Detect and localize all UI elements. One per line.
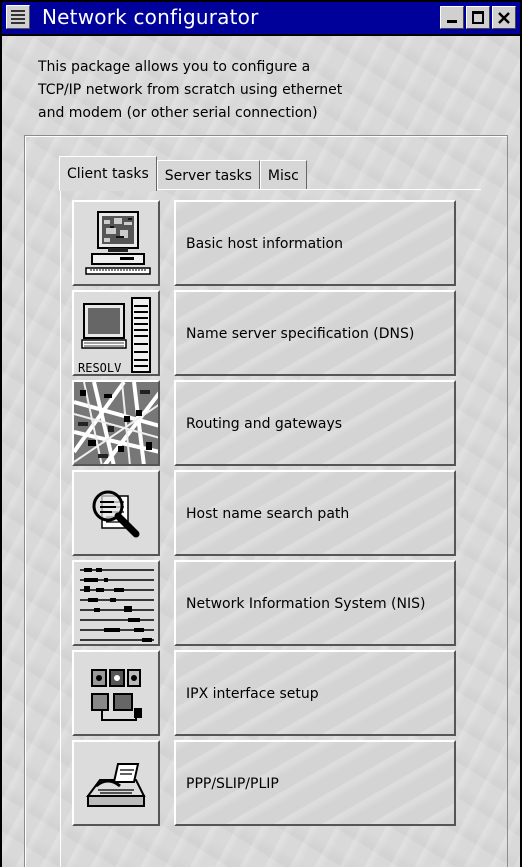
tab-bar: Client tasks Server tasks Misc — [59, 156, 307, 191]
task-ppp-slip-plip: PPP/SLIP/PLIP — [72, 740, 456, 826]
ppp-slip-plip-button[interactable]: PPP/SLIP/PLIP — [174, 740, 456, 826]
tab-misc[interactable]: Misc — [259, 160, 307, 190]
close-icon[interactable] — [492, 6, 516, 29]
maximize-icon[interactable] — [466, 6, 490, 29]
network-information-system-button[interactable]: Network Information System (NIS) — [174, 560, 456, 646]
task-icon-button[interactable] — [72, 380, 160, 466]
window-title: Network configurator — [42, 5, 259, 29]
task-routing-and-gateways: Routing and gateways — [72, 380, 456, 466]
package-description: This package allows you to configure a T… — [38, 56, 498, 125]
name-server-specification-button[interactable]: Name server specification (DNS) — [174, 290, 456, 376]
task-name-server-specification: RESOLV Name server specification (DNS) — [72, 290, 456, 376]
network-configurator-window: Network configurator This package allows… — [0, 0, 522, 867]
task-network-information-system: Network Information System (NIS) — [72, 560, 456, 646]
routing-and-gateways-button[interactable]: Routing and gateways — [174, 380, 456, 466]
task-icon-button[interactable]: RESOLV — [72, 290, 160, 376]
nis-icon — [80, 568, 154, 642]
map-icon — [74, 382, 158, 464]
title-bar[interactable]: Network configurator — [2, 2, 520, 36]
basic-host-information-button[interactable]: Basic host information — [174, 200, 456, 286]
window-menu-icon[interactable] — [6, 5, 30, 29]
modem-icon — [86, 763, 146, 807]
task-icon-button[interactable] — [72, 200, 160, 286]
resolv-icon: RESOLV — [78, 297, 151, 375]
task-basic-host-information: Basic host information — [72, 200, 456, 286]
description-line: and modem (or other serial connection) — [38, 105, 318, 121]
description-line: TCP/IP network from scratch using ethern… — [38, 82, 343, 98]
tab-server-tasks[interactable]: Server tasks — [156, 160, 260, 190]
task-icon-button[interactable] — [72, 470, 160, 556]
host-name-search-path-button[interactable]: Host name search path — [174, 470, 456, 556]
task-icon-button[interactable] — [72, 650, 160, 736]
task-icon-button[interactable] — [72, 740, 160, 826]
workstation-icon — [85, 211, 151, 275]
task-host-name-search-path: Host name search path — [72, 470, 456, 556]
task-icon-button[interactable] — [72, 560, 160, 646]
magnifier-icon — [92, 490, 140, 538]
resolv-icon-text: RESOLV — [78, 361, 121, 375]
minimize-icon[interactable] — [440, 6, 464, 29]
tab-client-tasks[interactable]: Client tasks — [59, 156, 157, 191]
description-line: This package allows you to configure a — [38, 59, 311, 75]
ipx-interface-setup-button[interactable]: IPX interface setup — [174, 650, 456, 736]
ipx-icon — [91, 669, 142, 721]
task-ipx-interface-setup: IPX interface setup — [72, 650, 456, 736]
